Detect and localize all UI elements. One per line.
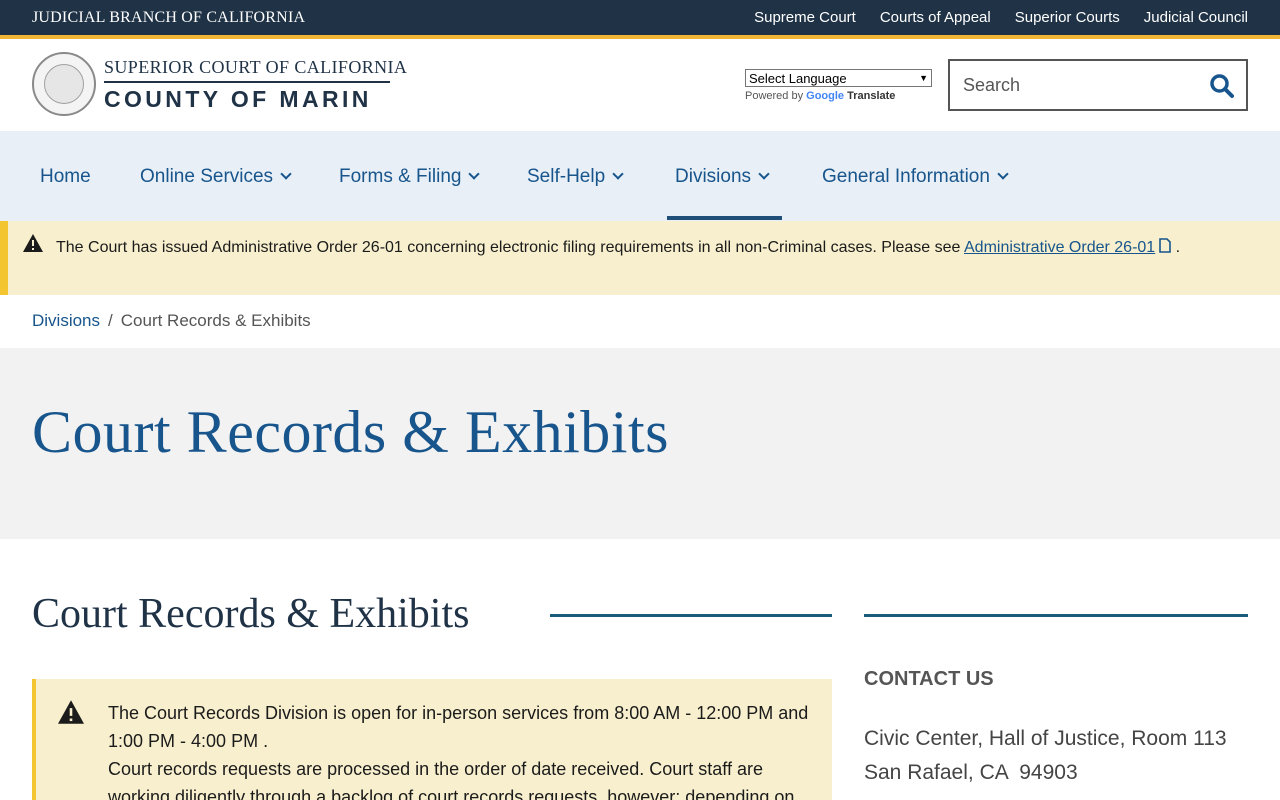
judicial-council-link[interactable]: Judicial Council xyxy=(1144,9,1248,26)
translate-link[interactable]: Translate xyxy=(847,90,895,102)
section-title: Court Records & Exhibits xyxy=(32,591,470,637)
nav-online-services-label: Online Services xyxy=(140,166,274,187)
alert-text: The Court has issued Administrative Orde… xyxy=(56,234,1196,261)
warning-icon xyxy=(23,234,43,252)
nav-general-information-label: General Information xyxy=(822,166,990,187)
search-icon[interactable] xyxy=(1208,72,1236,100)
notice-hours: The Court Records Division is open for i… xyxy=(108,703,809,751)
alert-end-punctuation: . xyxy=(1171,239,1181,256)
administrative-order-link-label: Administrative Order 26-01 xyxy=(964,239,1156,256)
chevron-down-icon xyxy=(758,168,770,180)
nav-forms-filing[interactable]: Forms & Filing xyxy=(339,166,481,188)
nav-self-help[interactable]: Self-Help xyxy=(527,166,624,188)
select-arrow-icon: ▼ xyxy=(919,73,928,83)
contact-heading: CONTACT US xyxy=(864,668,994,690)
page-hero: Court Records & Exhibits xyxy=(0,348,1280,539)
court-seal-logo[interactable] xyxy=(32,52,96,116)
chevron-down-icon xyxy=(612,168,624,180)
chevron-down-icon xyxy=(997,168,1009,180)
section-title-rule xyxy=(550,614,832,617)
nav-divisions-label: Divisions xyxy=(675,166,752,187)
alert-message: The Court has issued Administrative Orde… xyxy=(56,239,964,256)
warning-icon xyxy=(58,700,84,724)
judicial-branch-bar: JUDICIAL BRANCH OF CALIFORNIA Supreme Co… xyxy=(0,0,1280,35)
breadcrumb-divisions[interactable]: Divisions xyxy=(32,311,100,330)
search-placeholder: Search xyxy=(963,75,1021,95)
powered-by-text: Powered by xyxy=(745,90,804,102)
topbar-accent-stripe xyxy=(0,35,1280,39)
supreme-court-link[interactable]: Supreme Court xyxy=(754,9,856,26)
language-select[interactable]: Select Language ▼ xyxy=(745,69,932,87)
administrative-order-link[interactable]: Administrative Order 26-01 xyxy=(964,238,1171,256)
logo-divider xyxy=(104,81,390,83)
contact-address-line2: San Rafael, CA 94903 xyxy=(864,761,1078,784)
document-icon xyxy=(1159,238,1171,253)
chevron-down-icon xyxy=(280,168,292,180)
court-name-line2[interactable]: COUNTY OF MARIN xyxy=(104,86,372,113)
chevron-down-icon xyxy=(468,168,481,180)
nav-active-indicator xyxy=(667,216,782,220)
language-select-value: Select Language xyxy=(749,70,847,86)
judicial-links: Supreme Court Courts of Appeal Superior … xyxy=(754,9,1248,26)
court-name-line1[interactable]: SUPERIOR COURT OF CALIFORNIA xyxy=(104,57,407,78)
main-navigation: Home Online Services Forms & Filing Self… xyxy=(0,131,1280,221)
google-translate-credit: Powered by Google Translate xyxy=(745,90,895,102)
breadcrumb: Divisions / Court Records & Exhibits xyxy=(32,311,311,331)
nav-general-information[interactable]: General Information xyxy=(822,166,1009,188)
breadcrumb-current: Court Records & Exhibits xyxy=(120,311,311,330)
site-alert-banner: The Court has issued Administrative Orde… xyxy=(0,221,1280,295)
page-title: Court Records & Exhibits xyxy=(32,399,669,465)
judicial-branch-title[interactable]: JUDICIAL BRANCH OF CALIFORNIA xyxy=(32,9,305,27)
nav-online-services[interactable]: Online Services xyxy=(140,166,292,188)
courts-of-appeal-link[interactable]: Courts of Appeal xyxy=(880,9,991,26)
nav-forms-filing-label: Forms & Filing xyxy=(339,166,462,187)
nav-self-help-label: Self-Help xyxy=(527,166,606,187)
notice-text: The Court Records Division is open for i… xyxy=(108,699,818,800)
division-notice: The Court Records Division is open for i… xyxy=(32,679,832,800)
nav-home[interactable]: Home xyxy=(40,166,91,188)
breadcrumb-separator: / xyxy=(108,311,113,330)
sidebar-rule xyxy=(864,614,1248,617)
contact-address-line1: Civic Center, Hall of Justice, Room 113 xyxy=(864,727,1227,750)
notice-backlog: Court records requests are processed in … xyxy=(108,759,795,800)
google-logo-text: Google xyxy=(806,90,845,102)
nav-divisions[interactable]: Divisions xyxy=(675,166,770,188)
search-input[interactable]: Search xyxy=(948,59,1248,111)
nav-home-label: Home xyxy=(40,166,91,187)
superior-courts-link[interactable]: Superior Courts xyxy=(1015,9,1120,26)
